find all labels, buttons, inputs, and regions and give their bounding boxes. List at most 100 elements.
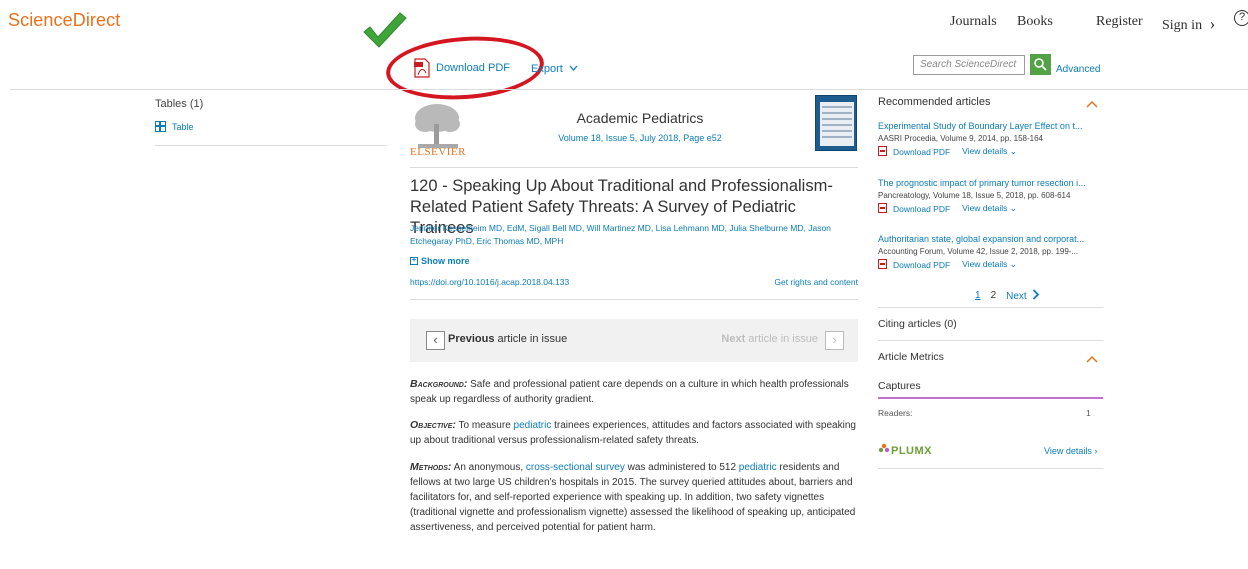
citing-articles-heading[interactable]: Citing articles (0) xyxy=(878,318,957,330)
export-button[interactable]: Export xyxy=(531,63,578,75)
rec-source-2: Pancreatology, Volume 18, Issue 5, 2018,… xyxy=(878,191,1071,200)
next-rest: article in issue xyxy=(745,333,818,345)
checkmark-icon xyxy=(363,12,407,48)
show-more-label: Show more xyxy=(421,256,470,266)
plus-icon: + xyxy=(410,257,418,265)
author-list[interactable]: Jennifer Kesselheim MD, EdM, Sigall Bell… xyxy=(410,222,860,248)
issue-navigation: ‹ Previous article in issue Next article… xyxy=(410,319,858,362)
next-page-link[interactable]: Next xyxy=(1006,289,1040,302)
rec-title-3[interactable]: Authoritarian state, global expansion an… xyxy=(878,234,1104,244)
rec-source-1: AASRI Procedia, Volume 9, 2014, pp. 158-… xyxy=(878,134,1043,143)
background-text: Safe and professional patient care depen… xyxy=(410,379,849,405)
rec-download-pdf-1[interactable]: Download PDF xyxy=(878,146,950,157)
rec-download-label-1: Download PDF xyxy=(893,147,951,157)
pdf-icon xyxy=(878,203,887,213)
search-button[interactable] xyxy=(1030,54,1051,75)
sciencedirect-logo[interactable]: ScienceDirect xyxy=(8,10,120,31)
header-divider xyxy=(410,167,858,168)
plumx-flower-icon xyxy=(878,443,890,453)
rec-title-1[interactable]: Experimental Study of Boundary Layer Eff… xyxy=(878,121,1104,131)
rec-title-2[interactable]: The prognostic impact of primary tumor r… xyxy=(878,178,1104,188)
page-2-link[interactable]: 2 xyxy=(991,290,997,301)
chevron-right-icon: › xyxy=(1094,446,1098,456)
rec-download-label-2: Download PDF xyxy=(893,204,951,214)
download-pdf-button[interactable]: Download PDF xyxy=(414,58,510,78)
methods-label: Methods: xyxy=(410,461,452,473)
chevron-down-icon: ⌄ xyxy=(1009,259,1017,269)
plumx-view-details-link[interactable]: View details › xyxy=(1044,446,1097,456)
prev-rest: article in issue xyxy=(494,333,568,345)
nav-journals[interactable]: Journals xyxy=(950,14,997,30)
pediatric-link[interactable]: pediatric xyxy=(514,420,552,431)
rec-download-pdf-2[interactable]: Download PDF xyxy=(878,203,950,214)
rec-download-label-3: Download PDF xyxy=(893,260,951,270)
next-arrow-icon[interactable]: › xyxy=(825,331,844,350)
recommended-article-3: Authoritarian state, global expansion an… xyxy=(878,234,1104,270)
journal-title[interactable]: Academic Pediatrics xyxy=(470,110,810,126)
article-meta-divider xyxy=(410,299,858,300)
chevron-down-icon: ⌄ xyxy=(1009,146,1017,156)
background-label: Background: xyxy=(410,378,468,390)
recommended-article-1: Experimental Study of Boundary Layer Eff… xyxy=(878,121,1104,157)
readers-value: 1 xyxy=(1086,408,1091,418)
journal-cover-image[interactable] xyxy=(815,95,857,151)
rights-link[interactable]: Get rights and content xyxy=(720,277,858,287)
abstract-background: Background: Safe and professional patien… xyxy=(410,377,860,407)
methods-pre: An anonymous, xyxy=(451,462,526,473)
chevron-right-icon: › xyxy=(1209,14,1216,33)
previous-article-link[interactable]: Previous article in issue xyxy=(448,333,567,345)
table-link-label: Table xyxy=(172,121,194,132)
next-article-link[interactable]: Next article in issue xyxy=(721,333,818,345)
captures-underline xyxy=(878,397,1103,399)
pdf-icon xyxy=(878,146,887,156)
readers-label: Readers: xyxy=(878,408,913,418)
next-bold: Next xyxy=(721,333,746,345)
abstract-methods: Methods: An anonymous, cross-sectional s… xyxy=(410,460,860,535)
search-input[interactable]: Search ScienceDirect xyxy=(913,55,1025,75)
chevron-down-icon: ⌄ xyxy=(1009,203,1017,213)
sidebar-divider-2 xyxy=(878,340,1103,341)
recommended-article-2: The prognostic impact of primary tumor r… xyxy=(878,178,1104,214)
objective-label: Objective: xyxy=(410,419,456,431)
show-more-button[interactable]: + Show more xyxy=(410,256,470,266)
table-link[interactable]: Table xyxy=(155,121,194,132)
recommended-pager: 1 2 Next xyxy=(975,289,1040,302)
pediatric-link-2[interactable]: pediatric xyxy=(739,462,777,473)
cross-sectional-survey-link[interactable]: cross-sectional survey xyxy=(526,462,625,473)
page-1-link[interactable]: 1 xyxy=(975,290,981,301)
methods-mid: was administered to 512 xyxy=(624,462,739,473)
prev-arrow-icon[interactable]: ‹ xyxy=(426,331,445,350)
abstract-objective: Objective: To measure pediatric trainees… xyxy=(410,418,860,448)
plumx-view-label: View details xyxy=(1044,446,1092,456)
pdf-icon xyxy=(414,58,430,78)
rec-view-details-3[interactable]: View details ⌄ xyxy=(962,259,1017,270)
prev-bold: Previous xyxy=(448,333,495,345)
article-metrics-heading[interactable]: Article Metrics xyxy=(878,351,944,363)
doi-link[interactable]: https://doi.org/10.1016/j.acap.2018.04.1… xyxy=(410,277,569,287)
search-icon xyxy=(1034,58,1047,71)
pdf-icon xyxy=(878,259,887,269)
chevron-up-icon[interactable] xyxy=(1086,100,1098,108)
recommended-articles-heading[interactable]: Recommended articles xyxy=(878,96,991,108)
nav-sign-in[interactable]: Sign in › xyxy=(1162,14,1215,34)
next-page-label: Next xyxy=(1006,291,1027,302)
advanced-search-link[interactable]: Advanced xyxy=(1056,64,1100,75)
toolbar-divider xyxy=(10,89,1248,90)
rec-source-3: Accounting Forum, Volume 42, Issue 2, 20… xyxy=(878,247,1079,256)
left-divider xyxy=(155,145,387,146)
nav-register[interactable]: Register xyxy=(1096,14,1143,30)
help-icon[interactable]: ? xyxy=(1234,10,1248,26)
rec-view-label-1: View details xyxy=(962,146,1008,156)
plumx-logo[interactable]: PLUMX xyxy=(878,443,932,457)
table-grid-icon xyxy=(155,121,166,132)
journal-volume-link[interactable]: Volume 18, Issue 5, July 2018, Page e52 xyxy=(470,133,810,143)
chevron-right-icon xyxy=(1033,289,1040,300)
tables-heading: Tables (1) xyxy=(155,98,204,110)
rec-download-pdf-3[interactable]: Download PDF xyxy=(878,259,950,270)
nav-books[interactable]: Books xyxy=(1017,14,1053,30)
rec-view-details-1[interactable]: View details ⌄ xyxy=(962,146,1017,157)
chevron-up-icon[interactable] xyxy=(1086,355,1098,363)
export-label: Export xyxy=(531,63,563,75)
rec-view-label-2: View details xyxy=(962,203,1008,213)
rec-view-details-2[interactable]: View details ⌄ xyxy=(962,203,1017,214)
